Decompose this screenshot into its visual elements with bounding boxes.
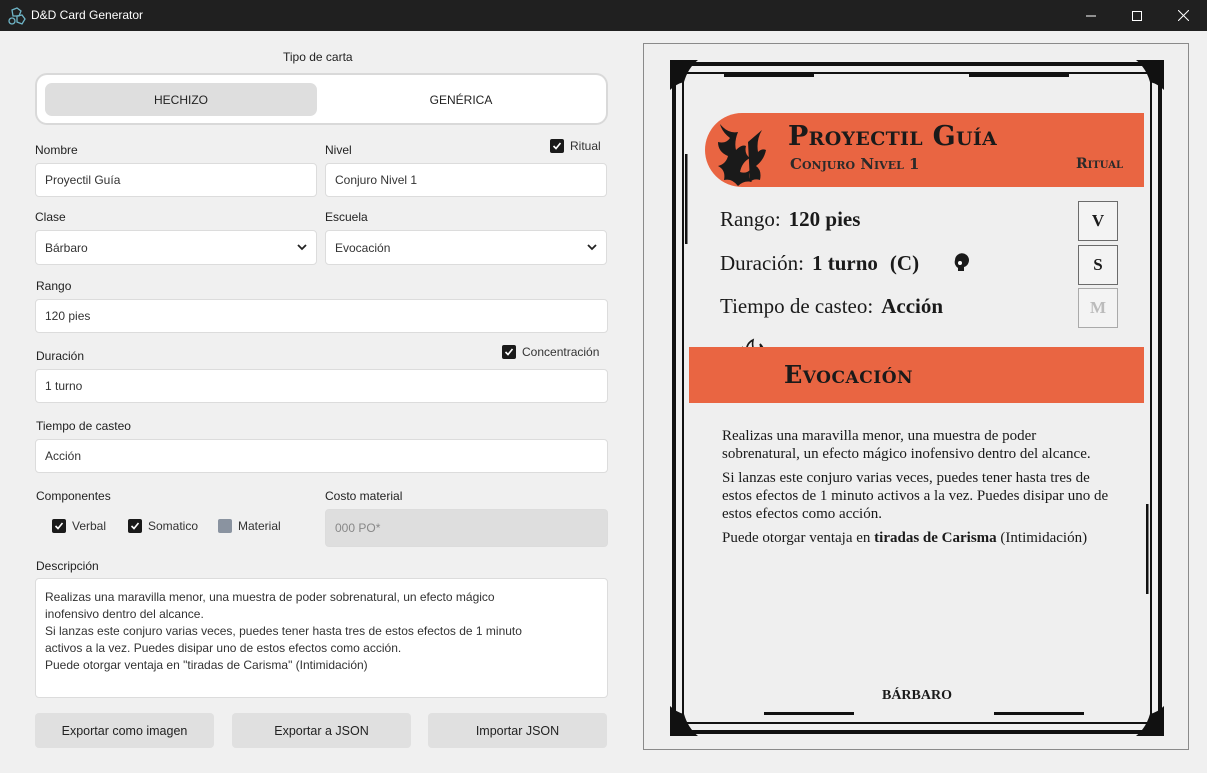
close-icon — [1177, 10, 1189, 21]
chevron-down-icon — [587, 243, 597, 250]
somatico-checkbox-label: Somatico — [148, 519, 199, 533]
card-desc-p3-prefix: Puede otorgar ventaja en — [722, 530, 871, 546]
minimize-button[interactable] — [1068, 0, 1114, 31]
card-cast-label: Tiempo de casteo: — [720, 294, 874, 318]
componentes-label: Componentes — [36, 489, 111, 503]
unchecked-box — [218, 519, 232, 533]
nombre-input[interactable]: Proyectil Guía — [35, 163, 317, 197]
concentracion-checkbox[interactable]: Concentración — [502, 345, 599, 359]
import-json-button[interactable]: Importar JSON — [428, 713, 607, 748]
window-title: D&D Card Generator — [31, 8, 144, 22]
verbal-checkbox[interactable]: Verbal — [52, 519, 106, 533]
nivel-label: Nivel — [325, 143, 352, 157]
close-button[interactable] — [1160, 0, 1206, 31]
card-desc-p2: Si lanzas este conjuro varias veces, pue… — [722, 470, 1109, 522]
chevron-down-icon — [297, 243, 307, 250]
card-cast-time: Tiempo de casteo: Acción — [720, 294, 943, 319]
card-duration-conc: (C) — [889, 251, 920, 275]
school-band — [689, 347, 1144, 403]
export-json-button[interactable]: Exportar a JSON — [232, 713, 411, 748]
tiempo-input[interactable]: Acción — [35, 439, 608, 473]
export-image-button[interactable]: Exportar como imagen — [35, 713, 214, 748]
card-cast-value: Acción — [881, 294, 944, 318]
component-s-box: S — [1078, 245, 1118, 285]
card-description: Realizas una maravilla menor, una muestr… — [722, 427, 1112, 553]
card-title: Proyectil Guía — [788, 121, 998, 152]
duracion-input[interactable]: 1 turno — [35, 369, 608, 403]
component-v-box: V — [1078, 201, 1118, 241]
somatico-checkbox[interactable]: Somatico — [128, 519, 198, 533]
card-desc-p3: Puede otorgar ventaja en tiradas de Cari… — [722, 529, 1112, 547]
card-range-value: 120 pies — [788, 207, 861, 231]
concentracion-checkbox-label: Concentración — [522, 345, 600, 359]
descripcion-textarea[interactable]: Realizas una maravilla menor, una muestr… — [35, 578, 608, 698]
material-checkbox-label: Material — [238, 519, 281, 533]
card-type-option-generica[interactable]: GENÉRICA — [325, 83, 597, 116]
check-icon — [502, 345, 516, 359]
material-checkbox[interactable]: Material — [218, 519, 281, 533]
card-school: Evocación — [784, 360, 914, 389]
clase-select-value: Bárbaro — [45, 240, 88, 255]
verbal-checkbox-label: Verbal — [72, 519, 107, 533]
rango-input[interactable]: 120 pies — [35, 299, 608, 333]
card-desc-p3-bold: tiradas de Carisma — [874, 530, 997, 546]
card-desc-p1: Realizas una maravilla menor, una muestr… — [722, 428, 1091, 462]
component-m-box: M — [1078, 288, 1118, 328]
card-ritual: Ritual — [1076, 156, 1123, 172]
check-icon — [550, 139, 564, 153]
card-range: Rango: 120 pies — [720, 207, 860, 232]
clase-label: Clase — [35, 210, 66, 224]
title-bar: D&D Card Generator — [0, 0, 1207, 31]
costo-input[interactable]: 000 PO* — [325, 509, 608, 547]
card-range-label: Rango: — [720, 207, 781, 231]
card-duration-label: Duración: — [720, 251, 804, 275]
dice-icon — [8, 7, 26, 25]
card-subtitle: Conjuro Nivel 1 — [790, 155, 920, 173]
rango-label: Rango — [36, 279, 72, 293]
descripcion-label: Descripción — [36, 559, 99, 573]
nivel-input[interactable]: Conjuro Nivel 1 — [325, 163, 607, 197]
card-type-label: Tipo de carta — [283, 50, 353, 64]
card-desc-p3-suffix: (Intimidación) — [1000, 530, 1088, 546]
escuela-select[interactable]: Evocación — [325, 230, 607, 265]
tiempo-label: Tiempo de casteo — [36, 419, 131, 433]
escuela-label: Escuela — [325, 210, 368, 224]
costo-label: Costo material — [325, 489, 403, 503]
ritual-checkbox[interactable]: Ritual — [550, 139, 601, 153]
nombre-label: Nombre — [35, 143, 78, 157]
concentration-head-icon — [954, 253, 969, 271]
check-icon — [52, 519, 66, 533]
duracion-label: Duración — [36, 349, 85, 363]
card-class: BÁRBARO — [881, 688, 952, 703]
escuela-select-value: Evocación — [335, 240, 391, 255]
maximize-icon — [1132, 10, 1142, 21]
card-type-option-hechizo[interactable]: HECHIZO — [45, 83, 317, 116]
check-icon — [128, 519, 142, 533]
card-preview: Proyectil Guía Conjuro Nivel 1 Ritual Ra… — [643, 43, 1189, 750]
minimize-icon — [1086, 15, 1096, 16]
clase-select[interactable]: Bárbaro — [35, 230, 317, 265]
maximize-button[interactable] — [1114, 0, 1160, 31]
ritual-checkbox-label: Ritual — [570, 139, 601, 153]
card-duration-value: 1 turno — [811, 251, 878, 275]
card-type-segmented-control: HECHIZO GENÉRICA — [37, 75, 606, 123]
card-duration: Duración: 1 turno (C) — [720, 251, 919, 276]
